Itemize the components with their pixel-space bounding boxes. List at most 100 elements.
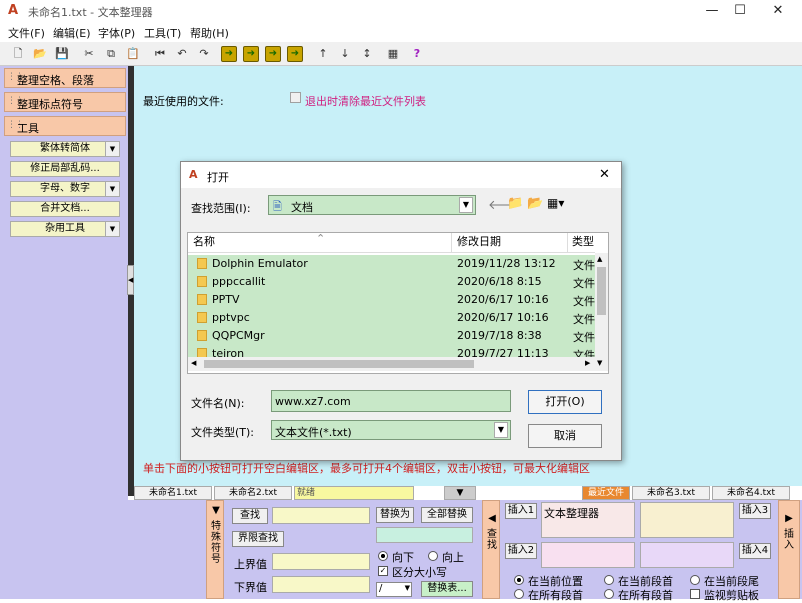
chevron-down-icon[interactable]: ▼ <box>105 142 119 156</box>
scroll-thumb[interactable] <box>597 267 606 315</box>
copy-icon[interactable]: ⧉ <box>102 45 120 63</box>
monitor-clipboard-checkbox[interactable] <box>690 589 700 599</box>
color-grid-icon[interactable]: ▦ <box>384 45 402 63</box>
find-button[interactable]: 查找 <box>232 508 268 524</box>
menu-edit[interactable]: 编辑(E) <box>53 25 91 41</box>
insert-2-text[interactable] <box>541 542 635 568</box>
right-arrow-box-icon-2[interactable]: ➜ <box>287 46 303 62</box>
panel-splitter-handle[interactable]: ◀ <box>127 265 134 295</box>
file-row[interactable]: PPTV 2020/6/17 10:16 文件 <box>188 291 595 309</box>
insert-cur-para-end-radio[interactable] <box>690 575 700 585</box>
scroll-left-icon[interactable]: ◀ <box>191 359 196 367</box>
file-row[interactable]: teiron 2019/7/27 11:13 文件 <box>188 345 595 357</box>
cancel-button[interactable]: 取消 <box>528 424 602 448</box>
file-list-horizontal-scrollbar[interactable]: ◀ ▶ <box>188 357 595 371</box>
clear-recent-checkbox[interactable] <box>290 92 301 103</box>
insert-4-text[interactable] <box>640 542 734 568</box>
move-up-icon[interactable]: ↑ <box>314 45 332 63</box>
filetype-select[interactable]: 文本文件(*.txt) ▼ <box>271 420 511 440</box>
column-type[interactable]: 类型 <box>568 233 595 253</box>
column-date[interactable]: 修改日期 <box>452 233 568 253</box>
file-row[interactable]: QQPCMgr 2019/7/18 8:38 文件 <box>188 327 595 345</box>
menu-font[interactable]: 字体(P) <box>98 25 135 41</box>
insert-3-button[interactable]: 插入3 <box>739 503 771 519</box>
letters-numbers-button[interactable]: 字母、数字 ▼ <box>10 181 120 197</box>
insert-4-button[interactable]: 插入4 <box>739 543 771 559</box>
special-chars-tab[interactable]: ▼ 特殊符号 <box>206 500 224 599</box>
lower-bound-input[interactable] <box>272 576 370 593</box>
move-down-icon[interactable]: ↓ <box>336 45 354 63</box>
clear-recent-label[interactable]: 退出时清除最近文件列表 <box>305 93 426 109</box>
section-tools[interactable]: ⋮⋮ 工具 <box>4 116 126 136</box>
upper-bound-input[interactable] <box>272 553 370 570</box>
view-menu-icon[interactable]: ▦▾ <box>547 196 564 210</box>
new-folder-icon[interactable]: 📂 <box>527 196 543 211</box>
boundary-find-button[interactable]: 界限查找 <box>232 531 284 547</box>
misc-tools-button[interactable]: 杂用工具 ▼ <box>10 221 120 237</box>
menu-file[interactable]: 文件(F) <box>8 25 45 41</box>
section-punctuation[interactable]: ⋮⋮ 整理标点符号 <box>4 92 126 112</box>
undo-icon[interactable]: ↶ <box>173 45 191 63</box>
case-sensitive-checkbox[interactable]: ✓ <box>378 566 388 576</box>
help-icon[interactable]: ? <box>408 45 426 63</box>
up-down-icon[interactable]: ↕ <box>358 45 376 63</box>
direction-down-radio[interactable] <box>378 551 388 561</box>
merge-documents-button[interactable]: 合并文档... <box>10 201 120 217</box>
replace-with-button[interactable]: 替换为 <box>376 507 414 523</box>
column-name[interactable]: 名称 ⌃ <box>188 232 452 253</box>
tab-untitled-3[interactable]: 未命名3.txt <box>632 486 710 500</box>
right-arrow-box-icon[interactable]: ➜ <box>243 46 259 62</box>
file-row[interactable]: Dolphin Emulator 2019/11/28 13:12 文件 <box>188 255 595 273</box>
section-spaces-paragraphs[interactable]: ⋮⋮ 整理空格、段落 <box>4 68 126 88</box>
tab-expand-button[interactable]: ▼ <box>444 486 476 500</box>
scroll-up-icon[interactable]: ▲ <box>597 255 602 263</box>
replace-all-button[interactable]: 全部替换 <box>421 507 473 523</box>
replace-input[interactable] <box>376 527 473 543</box>
fix-garbled-button[interactable]: 修正局部乱码... <box>10 161 120 177</box>
h-scroll-thumb[interactable] <box>204 360 474 368</box>
insert-all-para-start-radio-2[interactable] <box>604 589 614 599</box>
scroll-down-icon[interactable]: ▼ <box>597 359 602 367</box>
insert-1-button[interactable]: 插入1 <box>505 503 537 519</box>
menu-help[interactable]: 帮助(H) <box>190 25 229 41</box>
tab-untitled-1[interactable]: 未命名1.txt <box>134 486 212 500</box>
chevron-down-icon[interactable]: ▼ <box>105 222 119 236</box>
first-icon[interactable]: ⏮ <box>151 45 169 63</box>
new-file-icon[interactable]: 🗋 <box>9 45 27 63</box>
traditional-to-simplified-button[interactable]: 繁体转简体 ▼ <box>10 141 120 157</box>
scroll-right-icon[interactable]: ▶ <box>585 359 590 367</box>
file-list-vertical-scrollbar[interactable]: ▲ ▼ <box>595 253 608 371</box>
dialog-close-icon[interactable]: ✕ <box>599 167 610 182</box>
find-vertical-tab[interactable]: ◀ 查找 <box>482 500 500 599</box>
direction-up-radio[interactable] <box>428 551 438 561</box>
insert-2-button[interactable]: 插入2 <box>505 543 537 559</box>
paste-icon[interactable]: 📋 <box>124 45 142 63</box>
chevron-down-icon[interactable]: ▼ <box>105 182 119 196</box>
insert-all-para-start-radio[interactable] <box>514 589 524 599</box>
left-arrow-box-icon[interactable]: ➜ <box>221 46 237 62</box>
open-button[interactable]: 打开(O) <box>528 390 602 414</box>
tab-untitled-2[interactable]: 未命名2.txt <box>214 486 292 500</box>
chevron-down-icon[interactable]: ▼ <box>494 422 508 438</box>
replace-table-button[interactable]: 替换表... <box>421 581 473 597</box>
file-list[interactable]: 名称 ⌃ 修改日期 类型 Dolphin Emulator 2019/11/28 1… <box>187 232 609 374</box>
file-row[interactable]: pptvpc 2020/6/17 10:16 文件 <box>188 309 595 327</box>
menu-tools[interactable]: 工具(T) <box>144 25 181 41</box>
look-in-select[interactable]: 🗎 文档 ▼ <box>268 195 476 215</box>
insert-1-text[interactable]: 文本整理器 <box>541 502 635 538</box>
chevron-down-icon[interactable]: ▼ <box>459 197 473 213</box>
tab-untitled-4[interactable]: 未命名4.txt <box>712 486 790 500</box>
file-row[interactable]: pppccallit 2020/6/18 8:15 文件 <box>188 273 595 291</box>
insert-cur-pos-radio[interactable] <box>514 575 524 585</box>
cut-icon[interactable]: ✂ <box>80 45 98 63</box>
maximize-button[interactable]: ☐ <box>722 0 758 22</box>
left-arrow-box-icon-2[interactable]: ➜ <box>265 46 281 62</box>
insert-cur-para-start-radio[interactable] <box>604 575 614 585</box>
find-input[interactable] <box>272 507 370 524</box>
redo-icon[interactable]: ↷ <box>195 45 213 63</box>
open-folder-icon[interactable]: 📂 <box>31 45 49 63</box>
insert-3-text[interactable] <box>640 502 734 538</box>
filename-input[interactable]: www.xz7.com <box>271 390 511 412</box>
close-window-button[interactable]: ✕ <box>760 0 796 22</box>
save-icon[interactable]: 💾 <box>53 45 71 63</box>
